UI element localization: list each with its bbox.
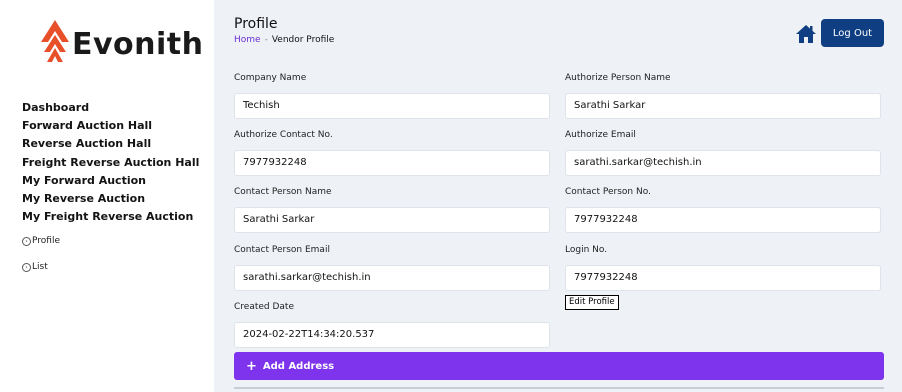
- contact-person-name-label: Contact Person Name: [234, 187, 332, 197]
- sidebar-subitem-list[interactable]: › List: [22, 262, 48, 272]
- created-date-label: Created Date: [234, 302, 294, 312]
- brand-name: Evonith: [72, 27, 204, 62]
- sidebar-nav: Dashboard Forward Auction Hall Reverse A…: [22, 99, 199, 226]
- company-name-field[interactable]: Techish: [234, 93, 550, 119]
- circle-chevron-icon: ›: [22, 236, 31, 246]
- add-address-label: Add Address: [262, 360, 335, 372]
- sidebar-item-dashboard[interactable]: Dashboard: [22, 99, 199, 117]
- contact-person-email-field[interactable]: sarathi.sarkar@techish.in: [234, 265, 550, 291]
- authorize-contact-no-field[interactable]: 7977932248: [234, 150, 550, 176]
- authorize-contact-no-label: Authorize Contact No.: [234, 130, 333, 140]
- authorize-email-label: Authorize Email: [565, 130, 636, 140]
- sidebar-item-my-reverse-auction[interactable]: My Reverse Auction: [22, 190, 199, 208]
- add-address-button[interactable]: + Add Address: [234, 352, 884, 380]
- sidebar: Evonith Dashboard Forward Auction Hall R…: [0, 0, 214, 392]
- contact-person-email-label: Contact Person Email: [234, 245, 330, 255]
- breadcrumb: Home - Vendor Profile: [234, 35, 334, 45]
- brand-logo[interactable]: Evonith: [40, 18, 203, 70]
- circle-chevron-icon: ›: [22, 262, 31, 272]
- plus-icon: +: [246, 358, 257, 374]
- login-no-label: Login No.: [565, 245, 608, 255]
- evonith-logo-icon: [41, 20, 69, 62]
- sidebar-subitem-profile[interactable]: › Profile: [22, 236, 60, 246]
- sidebar-item-freight-reverse-auction-hall[interactable]: Freight Reverse Auction Hall: [22, 154, 199, 172]
- sidebar-item-my-forward-auction[interactable]: My Forward Auction: [22, 172, 199, 190]
- logout-button[interactable]: Log Out: [821, 19, 884, 47]
- sidebar-item-my-freight-reverse-auction[interactable]: My Freight Reverse Auction: [22, 208, 199, 226]
- edit-profile-button[interactable]: Edit Profile: [565, 295, 619, 310]
- created-date-field[interactable]: 2024-02-22T14:34:20.537: [234, 322, 550, 348]
- sidebar-subitem-label: Profile: [32, 236, 60, 246]
- home-button[interactable]: [795, 24, 817, 44]
- breadcrumb-home-link[interactable]: Home: [234, 35, 261, 45]
- page-title: Profile: [234, 16, 278, 32]
- authorize-email-field[interactable]: sarathi.sarkar@techish.in: [565, 150, 881, 176]
- main-content: Profile Home - Vendor Profile Log Out Comp…: [214, 0, 902, 392]
- sidebar-item-reverse-auction-hall[interactable]: Reverse Auction Hall: [22, 135, 199, 153]
- company-name-label: Company Name: [234, 73, 307, 83]
- divider: [234, 387, 884, 389]
- authorize-person-name-label: Authorize Person Name: [565, 73, 671, 83]
- login-no-field[interactable]: 7977932248: [565, 265, 881, 291]
- sidebar-subitem-label: List: [32, 262, 48, 272]
- contact-person-name-field[interactable]: Sarathi Sarkar: [234, 207, 550, 233]
- sidebar-item-forward-auction-hall[interactable]: Forward Auction Hall: [22, 117, 199, 135]
- contact-person-no-label: Contact Person No.: [565, 187, 651, 197]
- home-icon: [796, 25, 816, 43]
- breadcrumb-separator: -: [264, 35, 268, 45]
- breadcrumb-current: Vendor Profile: [271, 35, 335, 45]
- authorize-person-name-field[interactable]: Sarathi Sarkar: [565, 93, 881, 119]
- contact-person-no-field[interactable]: 7977932248: [565, 207, 881, 233]
